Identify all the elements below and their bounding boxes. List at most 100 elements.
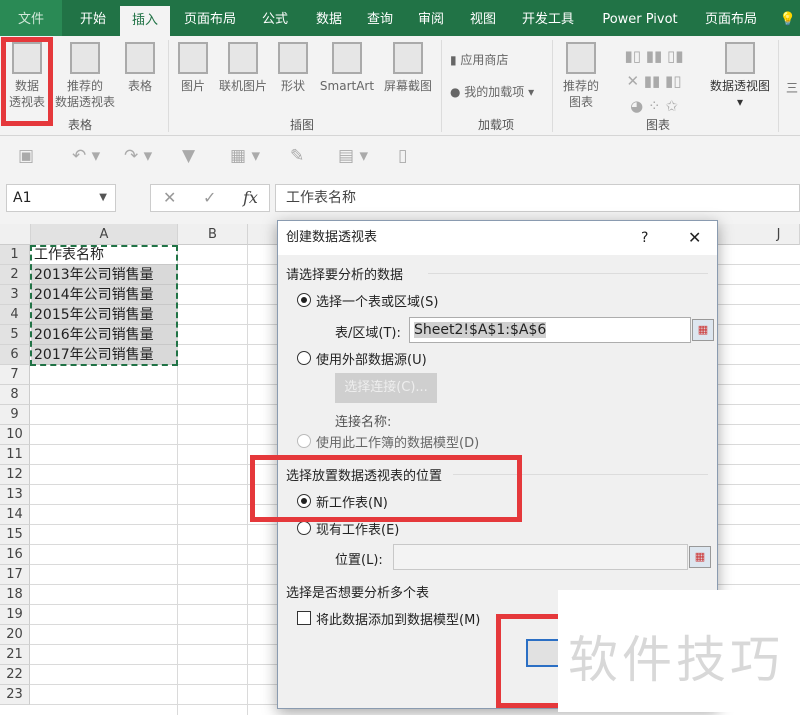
- row-header[interactable]: 20: [0, 625, 30, 645]
- row-header[interactable]: 14: [0, 505, 30, 525]
- tab-review[interactable]: 审阅: [408, 0, 454, 36]
- online-picture-button[interactable]: 联机图片: [214, 42, 272, 94]
- row-header[interactable]: 3: [0, 285, 30, 305]
- tab-query[interactable]: 查询: [357, 0, 403, 36]
- label: 推荐的: [562, 79, 599, 93]
- formula-input[interactable]: 工作表名称: [275, 184, 800, 212]
- row-header[interactable]: 21: [0, 645, 30, 665]
- shapes-button[interactable]: 形状: [274, 42, 312, 94]
- highlight-pivot-button: [1, 37, 53, 126]
- recommended-pivot-button[interactable]: 推荐的 数据透视表: [52, 42, 118, 110]
- fx-icon[interactable]: fx: [243, 185, 258, 211]
- smartart-button[interactable]: SmartArt: [314, 42, 380, 94]
- row-header[interactable]: 17: [0, 565, 30, 585]
- location-input[interactable]: [393, 544, 688, 570]
- gridline: [247, 245, 248, 715]
- range-picker-icon[interactable]: ▦: [692, 319, 714, 341]
- range-input[interactable]: Sheet2!$A$1:$A$6: [409, 317, 691, 343]
- brush-icon[interactable]: ✎: [290, 146, 304, 166]
- radio-table-range[interactable]: [297, 293, 311, 307]
- highlight-ok-button: [496, 614, 566, 708]
- label: 我的加载项: [464, 85, 525, 99]
- tab-insert[interactable]: 插入: [120, 6, 170, 36]
- row-header[interactable]: 11: [0, 445, 30, 465]
- label: 形状: [280, 79, 305, 93]
- location-picker-icon[interactable]: ▦: [689, 546, 711, 568]
- filter-icon[interactable]: ▼: [182, 146, 195, 166]
- column-header-c[interactable]: [248, 224, 278, 245]
- label-connection-name: 连接名称:: [335, 415, 392, 430]
- watermark-text: 软件技巧: [568, 631, 784, 689]
- 3d-map-button[interactable]: 三: [786, 80, 798, 96]
- section-choose-data: 请选择要分析的数据: [286, 268, 404, 283]
- row-header[interactable]: 23: [0, 685, 30, 705]
- row-header[interactable]: 1: [0, 245, 30, 265]
- row-header[interactable]: 12: [0, 465, 30, 485]
- tab-page-layout[interactable]: 页面布局: [176, 0, 244, 36]
- tools-icon[interactable]: ▤ ▾: [338, 146, 368, 166]
- store-button[interactable]: ▮ 应用商店: [450, 52, 508, 68]
- row-header[interactable]: 13: [0, 485, 30, 505]
- table-button[interactable]: 表格: [120, 42, 160, 94]
- redo-icon[interactable]: ↷ ▾: [124, 146, 152, 166]
- radio-data-model[interactable]: [297, 434, 311, 448]
- name-box[interactable]: A1 ▼: [6, 184, 116, 212]
- new-document-icon[interactable]: ▯: [398, 146, 407, 166]
- tab-formulas[interactable]: 公式: [250, 0, 300, 36]
- row-header[interactable]: 8: [0, 385, 30, 405]
- tab-developer[interactable]: 开发工具: [512, 0, 584, 36]
- label: SmartArt: [319, 79, 375, 93]
- label: 数据透视表: [54, 95, 115, 109]
- row-header[interactable]: 7: [0, 365, 30, 385]
- picture-button[interactable]: 图片: [174, 42, 212, 94]
- radio-existing-worksheet[interactable]: [297, 521, 311, 535]
- pivot-chart-button[interactable]: 数据透视图 ▾: [704, 42, 776, 110]
- choose-connection-button[interactable]: 选择连接(C)...: [335, 373, 437, 403]
- undo-icon[interactable]: ↶ ▾: [72, 146, 100, 166]
- label-location: 位置(L):: [335, 553, 383, 568]
- row-header[interactable]: 4: [0, 305, 30, 325]
- group-label-charts: 图表: [646, 118, 671, 132]
- row-header[interactable]: 6: [0, 345, 30, 365]
- row-header[interactable]: 18: [0, 585, 30, 605]
- column-header-j[interactable]: J: [758, 224, 800, 245]
- smartart-icon: [332, 42, 362, 74]
- divider: [441, 40, 442, 132]
- tab-view[interactable]: 视图: [460, 0, 506, 36]
- close-button[interactable]: ✕: [688, 221, 701, 255]
- row-header[interactable]: 9: [0, 405, 30, 425]
- lightbulb-icon[interactable]: 💡: [776, 0, 800, 36]
- cancel-icon[interactable]: ✕: [163, 185, 176, 211]
- tab-file[interactable]: 文件: [0, 0, 62, 36]
- row-header[interactable]: 15: [0, 525, 30, 545]
- tab-page-layout-2[interactable]: 页面布局: [694, 0, 768, 36]
- my-addins-button[interactable]: ● 我的加载项 ▾: [450, 84, 534, 100]
- radio-external-source[interactable]: [297, 351, 311, 365]
- checkbox-add-data-model[interactable]: [297, 611, 311, 625]
- help-button[interactable]: ?: [641, 221, 648, 255]
- column-header-b[interactable]: B: [178, 224, 248, 245]
- label: 推荐的: [66, 79, 103, 93]
- row-header[interactable]: 22: [0, 665, 30, 685]
- chart-type-icons[interactable]: ▮▯ ▮▮ ▯▮ ✕ ▮▮ ▮▯ ◕ ⁘ ✩: [606, 44, 702, 119]
- form-icon[interactable]: ▦ ▾: [230, 146, 260, 166]
- tab-home[interactable]: 开始: [68, 0, 118, 36]
- row-header[interactable]: 2: [0, 265, 30, 285]
- label-external-source: 使用外部数据源(U): [316, 353, 427, 368]
- save-icon[interactable]: ▣: [18, 146, 34, 166]
- tab-data[interactable]: 数据: [305, 0, 353, 36]
- recommended-charts-button[interactable]: 推荐的 图表: [558, 42, 604, 110]
- watermark: 软件技巧: [558, 590, 800, 712]
- quick-access-toolbar: ▣ ↶ ▾ ↷ ▾ ▼ ▦ ▾ ✎ ▤ ▾ ▯: [0, 136, 800, 178]
- column-header-a[interactable]: A: [31, 224, 178, 245]
- screenshot-button[interactable]: 屏幕截图: [380, 42, 436, 94]
- row-header[interactable]: 10: [0, 425, 30, 445]
- row-header[interactable]: 16: [0, 545, 30, 565]
- enter-icon[interactable]: ✓: [203, 185, 216, 211]
- tab-power-pivot[interactable]: Power Pivot: [592, 0, 688, 36]
- chevron-down-icon[interactable]: ▼: [99, 185, 107, 211]
- row-header[interactable]: 5: [0, 325, 30, 345]
- dialog-title-bar: 创建数据透视表 ? ✕: [278, 221, 717, 255]
- row-header[interactable]: 19: [0, 605, 30, 625]
- select-all-corner[interactable]: [0, 224, 31, 245]
